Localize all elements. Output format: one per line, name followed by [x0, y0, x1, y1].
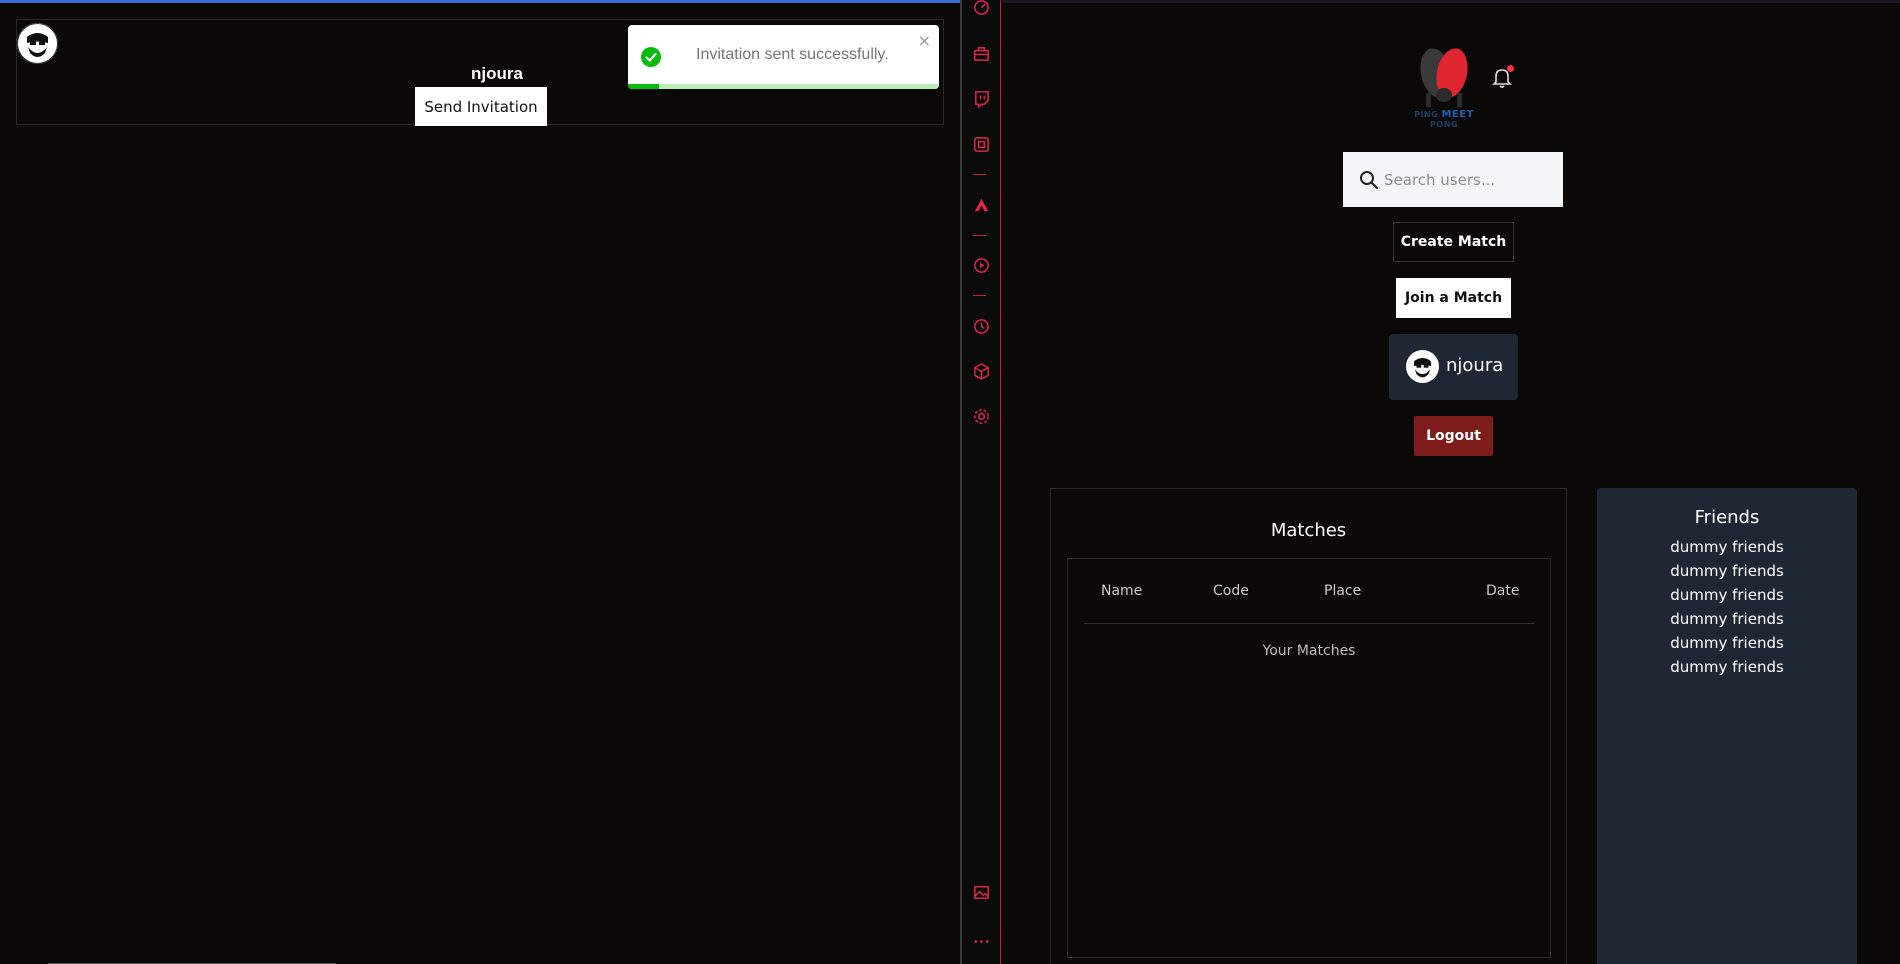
user-name: njoura	[471, 64, 523, 83]
search-icon	[1358, 169, 1380, 191]
friend-item[interactable]: dummy friends	[1597, 607, 1857, 631]
toolbox-icon[interactable]	[972, 44, 991, 63]
friend-item[interactable]: dummy friends	[1597, 631, 1857, 655]
header-divider	[1084, 623, 1534, 624]
flame-icon[interactable]	[972, 196, 991, 215]
friend-item[interactable]: dummy friends	[1597, 655, 1857, 679]
friends-title: Friends	[1694, 507, 1760, 528]
logo-word-left: PING	[1414, 110, 1439, 119]
sidebar-separator	[973, 295, 986, 296]
left-pane: njoura Send Invitation Invitation sent s…	[0, 0, 960, 964]
gear-icon[interactable]	[972, 407, 991, 426]
logo-text: PING MEET PONG	[1400, 109, 1488, 129]
more-dots-icon[interactable]	[972, 932, 991, 951]
right-pane: PING MEET PONG Create Match Join a Match	[1002, 0, 1900, 964]
matches-empty-text: Your Matches	[1262, 643, 1356, 659]
cube-icon[interactable]	[972, 362, 991, 381]
logo-word-right: PONG	[1430, 120, 1458, 129]
column-header-place[interactable]: Place	[1324, 583, 1361, 599]
toast-progress-bar	[628, 84, 939, 89]
column-header-code[interactable]: Code	[1213, 583, 1249, 599]
matches-title: Matches	[1270, 520, 1347, 541]
matches-table: Name Code Place Date Your Matches	[1067, 558, 1551, 958]
search-input[interactable]	[1384, 162, 1554, 197]
sidebar-separator	[973, 235, 986, 236]
logo-word-middle: MEET	[1441, 109, 1474, 120]
toast-progress-fill	[628, 84, 660, 89]
column-header-name[interactable]: Name	[1101, 583, 1142, 599]
logout-button[interactable]: Logout	[1414, 416, 1493, 456]
twitch-icon[interactable]	[972, 89, 991, 109]
create-match-button[interactable]: Create Match	[1393, 222, 1514, 262]
chip-icon[interactable]	[972, 135, 991, 154]
play-circle-icon[interactable]	[972, 256, 991, 275]
search-box	[1343, 152, 1563, 207]
app-root: njoura Send Invitation Invitation sent s…	[0, 0, 1900, 964]
column-header-date[interactable]: Date	[1486, 583, 1519, 599]
friends-panel: Friends dummy friends dummy friends dumm…	[1597, 488, 1857, 964]
friend-item[interactable]: dummy friends	[1597, 583, 1857, 607]
icon-sidebar	[962, 0, 1001, 964]
send-invitation-button[interactable]: Send Invitation	[415, 87, 547, 126]
friends-list: dummy friends dummy friends dummy friend…	[1597, 535, 1857, 679]
user-avatar[interactable]	[17, 23, 58, 64]
profile-chip[interactable]: njoura	[1389, 334, 1518, 400]
app-logo[interactable]: PING MEET PONG	[1400, 43, 1488, 129]
matches-panel: Matches Name Code Place Date Your Matche…	[1050, 488, 1567, 964]
success-toast: Invitation sent successfully. ×	[628, 25, 939, 89]
friend-item[interactable]: dummy friends	[1597, 559, 1857, 583]
notification-badge	[1507, 65, 1514, 72]
speedometer-icon[interactable]	[972, 0, 991, 17]
avatar	[1406, 350, 1439, 383]
clock-icon[interactable]	[972, 317, 991, 336]
toast-message: Invitation sent successfully.	[696, 46, 889, 63]
friend-item[interactable]: dummy friends	[1597, 535, 1857, 559]
close-icon[interactable]: ×	[918, 31, 931, 50]
image-icon[interactable]	[972, 883, 991, 902]
check-circle-icon	[641, 47, 661, 67]
join-match-button[interactable]: Join a Match	[1396, 278, 1511, 318]
sidebar-separator	[973, 174, 986, 175]
profile-name: njoura	[1446, 355, 1504, 376]
